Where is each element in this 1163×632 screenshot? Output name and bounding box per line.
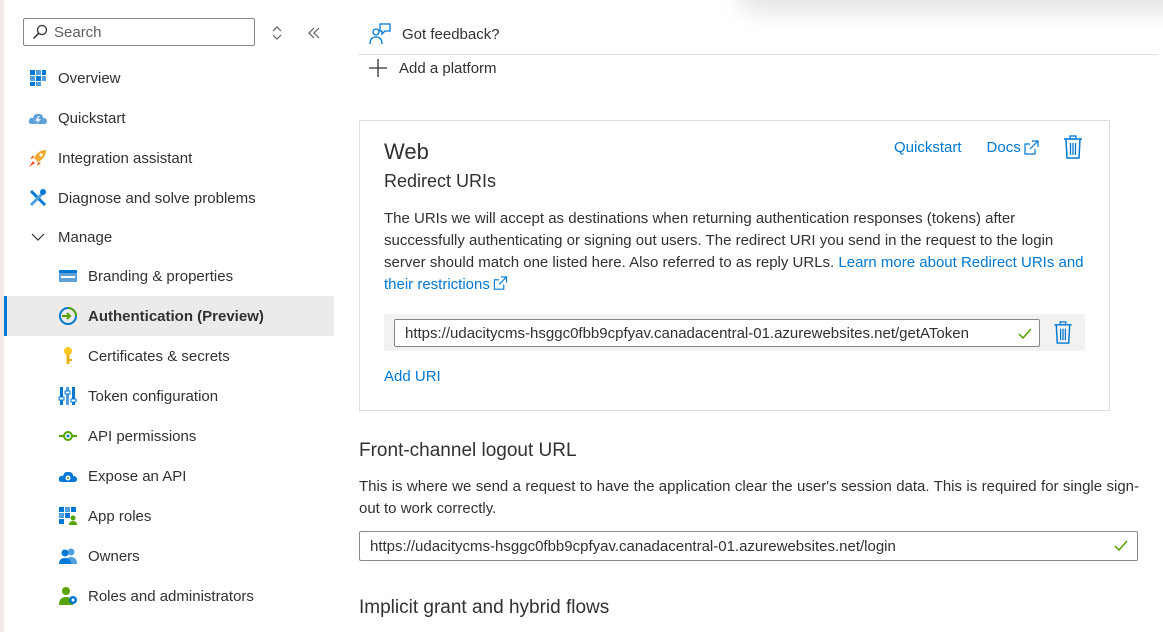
rocket-icon xyxy=(28,148,48,168)
search-box[interactable] xyxy=(23,18,255,46)
sidebar-item-label: Roles and administrators xyxy=(88,587,254,605)
branding-icon xyxy=(58,266,78,286)
token-bars-icon xyxy=(58,386,78,406)
docs-link[interactable]: Docs xyxy=(987,139,1021,156)
sidebar-item-certificates[interactable]: Certificates & secrets xyxy=(4,336,334,376)
sort-icon[interactable] xyxy=(270,24,284,42)
main-content: Got feedback? Add a platform Web Redirec… xyxy=(358,0,1163,632)
sidebar-item-branding[interactable]: Branding & properties xyxy=(4,256,334,296)
sidebar-group-label: Manage xyxy=(58,228,113,246)
logout-url-input[interactable]: https://udacitycms-hsggc0fbb9cpfyav.cana… xyxy=(359,531,1138,561)
implicit-grant-heading: Implicit grant and hybrid flows xyxy=(359,597,610,618)
sidebar-item-overview[interactable]: Overview xyxy=(4,58,334,98)
add-uri-link[interactable]: Add URI xyxy=(384,368,441,385)
plus-icon xyxy=(369,59,387,77)
sidebar-item-label: Expose an API xyxy=(88,467,187,485)
sidebar: Overview Quickstart Integra xyxy=(4,0,340,632)
sidebar-item-expose-api[interactable]: Expose an API xyxy=(4,456,334,496)
sidebar-item-api-permissions[interactable]: API permissions xyxy=(4,416,334,456)
sidebar-item-label: App roles xyxy=(88,507,152,525)
logout-url-value: https://udacitycms-hsggc0fbb9cpfyav.cana… xyxy=(370,537,896,555)
chevron-down-icon xyxy=(28,227,48,247)
add-platform-button[interactable]: Add a platform xyxy=(368,56,497,80)
api-permissions-icon xyxy=(58,426,78,446)
search-icon xyxy=(32,24,48,40)
sidebar-item-diagnose[interactable]: Diagnose and solve problems xyxy=(4,178,334,218)
sidebar-item-label: Quickstart xyxy=(58,109,126,127)
feedback-icon xyxy=(369,23,391,45)
sidebar-item-label: Diagnose and solve problems xyxy=(58,189,256,207)
card-actions: Quickstart Docs xyxy=(894,135,1083,159)
sidebar-item-token-configuration[interactable]: Token configuration xyxy=(4,376,334,416)
cloud-lightning-icon xyxy=(28,108,48,128)
sidebar-item-owners[interactable]: Owners xyxy=(4,536,334,576)
sidebar-item-app-roles[interactable]: App roles xyxy=(4,496,334,536)
quickstart-link[interactable]: Quickstart xyxy=(894,139,962,156)
redirect-uris-heading: Redirect URIs xyxy=(384,171,497,191)
sidebar-item-quickstart[interactable]: Quickstart xyxy=(4,98,334,138)
toolbar-divider xyxy=(358,54,1158,55)
front-channel-description: This is where we send a request to have … xyxy=(359,478,1139,517)
sidebar-item-authentication[interactable]: Authentication (Preview) xyxy=(4,296,334,336)
sidebar-item-label: Authentication (Preview) xyxy=(88,307,264,325)
key-icon xyxy=(58,346,78,366)
collapse-sidebar-icon[interactable] xyxy=(306,24,322,42)
feedback-button[interactable]: Got feedback? xyxy=(358,18,500,50)
sidebar-item-label: Branding & properties xyxy=(88,267,234,285)
card-title: Web xyxy=(384,139,429,164)
delete-platform-icon[interactable] xyxy=(1063,135,1083,159)
roles-admin-icon xyxy=(58,586,78,606)
app-roles-icon xyxy=(58,506,78,526)
redirect-uri-input[interactable]: https://udacitycms-hsggc0fbb9cpfyav.cana… xyxy=(394,319,1040,347)
front-channel-heading: Front-channel logout URL xyxy=(359,440,577,461)
check-icon xyxy=(1018,328,1032,340)
cloud-icon xyxy=(58,466,78,486)
sidebar-item-label: Owners xyxy=(88,547,140,565)
sidebar-item-integration-assistant[interactable]: Integration assistant xyxy=(4,138,334,178)
external-link-icon xyxy=(1024,140,1039,155)
sidebar-item-label: Overview xyxy=(58,69,121,87)
wrench-icon xyxy=(28,188,48,208)
sidebar-item-label: API permissions xyxy=(88,427,197,445)
authentication-icon xyxy=(58,306,78,326)
owners-icon xyxy=(58,546,78,566)
add-platform-label: Add a platform xyxy=(399,59,497,77)
sidebar-item-label: Certificates & secrets xyxy=(88,347,230,365)
feedback-label: Got feedback? xyxy=(402,25,500,43)
redirect-uri-row: https://udacitycms-hsggc0fbb9cpfyav.cana… xyxy=(384,314,1085,351)
sidebar-item-roles-administrators[interactable]: Roles and administrators xyxy=(4,576,334,616)
search-input[interactable] xyxy=(54,23,234,41)
sidebar-item-label: Integration assistant xyxy=(58,149,193,167)
delete-uri-icon[interactable] xyxy=(1053,321,1073,344)
sidebar-group-manage[interactable]: Manage xyxy=(4,218,334,256)
redirect-uris-description: The URIs we will accept as destinations … xyxy=(384,208,1084,296)
grid-icon xyxy=(28,68,48,88)
redirect-uri-value: https://udacitycms-hsggc0fbb9cpfyav.cana… xyxy=(405,324,969,342)
check-icon xyxy=(1114,540,1128,552)
external-link-icon xyxy=(493,276,507,290)
web-platform-card: Web Redirect URIs Quickstart Docs The UR… xyxy=(359,120,1110,411)
sidebar-nav: Overview Quickstart Integration assistan… xyxy=(4,58,334,616)
sidebar-item-label: Token configuration xyxy=(88,387,219,405)
